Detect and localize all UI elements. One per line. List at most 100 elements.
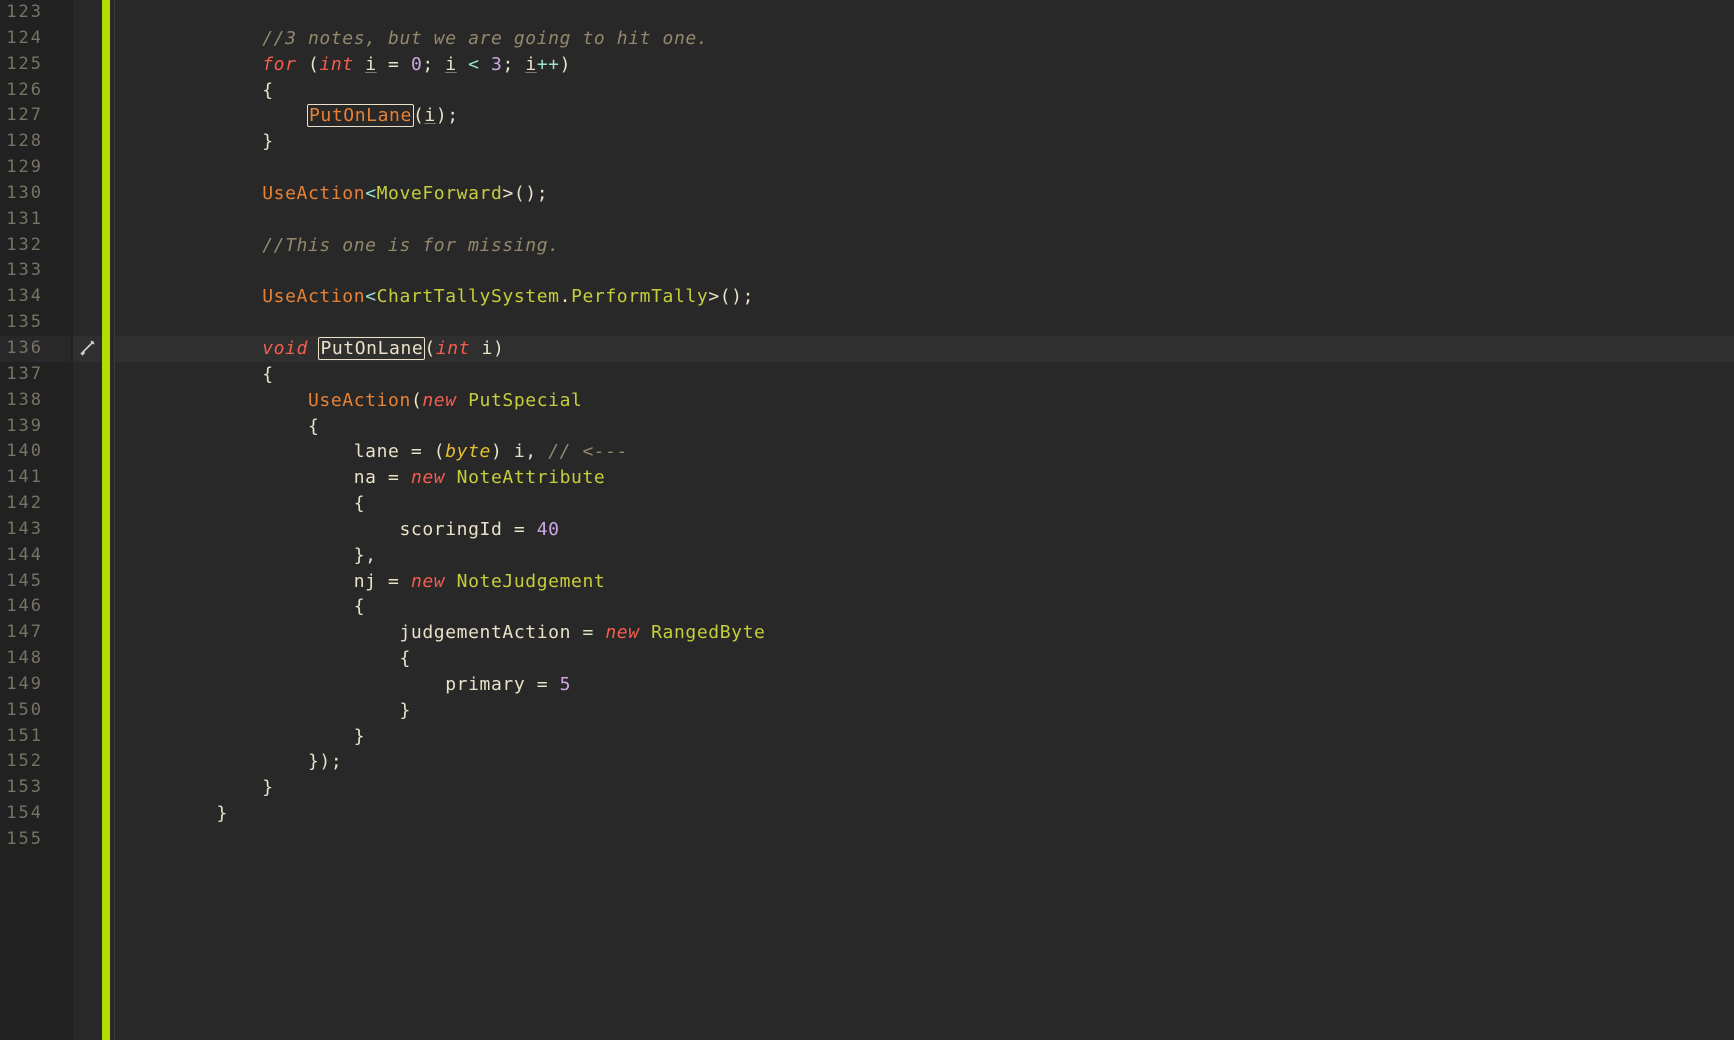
code-line[interactable]: { bbox=[115, 491, 1734, 517]
code-line[interactable]: } bbox=[115, 698, 1734, 724]
code-line[interactable]: scoringId = 40 bbox=[115, 517, 1734, 543]
glyph-margin-row[interactable] bbox=[73, 0, 102, 26]
code-line[interactable] bbox=[115, 155, 1734, 181]
line-number[interactable]: 123 bbox=[0, 0, 71, 26]
glyph-margin-row[interactable] bbox=[73, 646, 102, 672]
code-line[interactable]: } bbox=[115, 724, 1734, 750]
glyph-margin-row[interactable] bbox=[73, 543, 102, 569]
glyph-margin-row[interactable] bbox=[73, 491, 102, 517]
code-line[interactable]: na = new NoteAttribute bbox=[115, 465, 1734, 491]
code-line[interactable] bbox=[115, 258, 1734, 284]
line-number[interactable]: 137 bbox=[0, 362, 71, 388]
code-line[interactable]: { bbox=[115, 646, 1734, 672]
code-line[interactable]: } bbox=[115, 775, 1734, 801]
line-number[interactable]: 148 bbox=[0, 646, 71, 672]
code-line[interactable]: for (int i = 0; i < 3; i++) bbox=[115, 52, 1734, 78]
glyph-margin-row[interactable] bbox=[73, 388, 102, 414]
glyph-margin-row[interactable] bbox=[73, 594, 102, 620]
line-number[interactable]: 134 bbox=[0, 284, 71, 310]
glyph-margin-row[interactable] bbox=[73, 284, 102, 310]
line-number[interactable]: 131 bbox=[0, 207, 71, 233]
line-number[interactable]: 150 bbox=[0, 698, 71, 724]
code-line[interactable]: nj = new NoteJudgement bbox=[115, 569, 1734, 595]
code-line[interactable]: //This one is for missing. bbox=[115, 233, 1734, 259]
glyph-margin-row[interactable] bbox=[73, 207, 102, 233]
glyph-margin-row[interactable] bbox=[73, 103, 102, 129]
line-number[interactable]: 139 bbox=[0, 414, 71, 440]
glyph-margin-row[interactable] bbox=[73, 517, 102, 543]
code-line[interactable]: primary = 5 bbox=[115, 672, 1734, 698]
code-line[interactable]: } bbox=[115, 129, 1734, 155]
line-number[interactable]: 147 bbox=[0, 620, 71, 646]
line-number[interactable]: 152 bbox=[0, 749, 71, 775]
glyph-margin-row[interactable] bbox=[73, 827, 102, 853]
code-line[interactable]: }); bbox=[115, 749, 1734, 775]
line-number[interactable]: 142 bbox=[0, 491, 71, 517]
glyph-margin-row[interactable] bbox=[73, 698, 102, 724]
glyph-margin[interactable] bbox=[73, 0, 102, 1040]
line-number[interactable]: 144 bbox=[0, 543, 71, 569]
code-line[interactable]: { bbox=[115, 414, 1734, 440]
line-number[interactable]: 129 bbox=[0, 155, 71, 181]
code-line[interactable]: PutOnLane(i); bbox=[115, 103, 1734, 129]
glyph-margin-row[interactable] bbox=[73, 258, 102, 284]
glyph-margin-row[interactable] bbox=[73, 465, 102, 491]
code-line[interactable]: lane = (byte) i, // <--- bbox=[115, 439, 1734, 465]
line-number[interactable]: 127 bbox=[0, 103, 71, 129]
glyph-margin-row[interactable] bbox=[73, 310, 102, 336]
code-line[interactable]: } bbox=[115, 801, 1734, 827]
line-number[interactable]: 145 bbox=[0, 569, 71, 595]
line-number[interactable]: 153 bbox=[0, 775, 71, 801]
line-number[interactable]: 149 bbox=[0, 672, 71, 698]
glyph-margin-row[interactable] bbox=[73, 181, 102, 207]
glyph-margin-row[interactable] bbox=[73, 52, 102, 78]
code-line[interactable]: }, bbox=[115, 543, 1734, 569]
glyph-margin-row[interactable] bbox=[73, 775, 102, 801]
line-number-gutter[interactable]: 1231241251261271281291301311321331341351… bbox=[0, 0, 73, 1040]
code-line[interactable]: judgementAction = new RangedByte bbox=[115, 620, 1734, 646]
line-number[interactable]: 125 bbox=[0, 52, 71, 78]
glyph-margin-row[interactable] bbox=[73, 439, 102, 465]
glyph-margin-row[interactable] bbox=[73, 362, 102, 388]
code-line[interactable]: UseAction<MoveForward>(); bbox=[115, 181, 1734, 207]
line-number[interactable]: 135 bbox=[0, 310, 71, 336]
code-line[interactable] bbox=[115, 0, 1734, 26]
glyph-margin-row[interactable] bbox=[73, 129, 102, 155]
line-number[interactable]: 151 bbox=[0, 724, 71, 750]
code-content[interactable]: //3 notes, but we are going to hit one. … bbox=[115, 0, 1734, 1040]
line-number[interactable]: 143 bbox=[0, 517, 71, 543]
line-number[interactable]: 140 bbox=[0, 439, 71, 465]
line-number[interactable]: 136 bbox=[0, 336, 71, 362]
line-number[interactable]: 146 bbox=[0, 594, 71, 620]
code-line[interactable]: UseAction(new PutSpecial bbox=[115, 388, 1734, 414]
glyph-margin-row[interactable] bbox=[73, 801, 102, 827]
line-number[interactable]: 141 bbox=[0, 465, 71, 491]
glyph-margin-row[interactable] bbox=[73, 672, 102, 698]
line-number[interactable]: 133 bbox=[0, 258, 71, 284]
glyph-margin-row[interactable] bbox=[73, 233, 102, 259]
line-number[interactable]: 128 bbox=[0, 129, 71, 155]
line-number[interactable]: 126 bbox=[0, 78, 71, 104]
line-number[interactable]: 130 bbox=[0, 181, 71, 207]
glyph-margin-row[interactable] bbox=[73, 569, 102, 595]
glyph-margin-row[interactable] bbox=[73, 336, 102, 362]
quick-actions-icon[interactable] bbox=[79, 340, 95, 361]
code-line[interactable]: { bbox=[115, 362, 1734, 388]
code-line-current[interactable]: void PutOnLane(int i) bbox=[115, 336, 1734, 362]
code-line[interactable] bbox=[115, 827, 1734, 853]
glyph-margin-row[interactable] bbox=[73, 414, 102, 440]
glyph-margin-row[interactable] bbox=[73, 620, 102, 646]
line-number[interactable]: 155 bbox=[0, 827, 71, 853]
code-line[interactable] bbox=[115, 207, 1734, 233]
code-line[interactable]: { bbox=[115, 78, 1734, 104]
code-line[interactable]: UseAction<ChartTallySystem.PerformTally>… bbox=[115, 284, 1734, 310]
code-line[interactable]: //3 notes, but we are going to hit one. bbox=[115, 26, 1734, 52]
line-number[interactable]: 138 bbox=[0, 388, 71, 414]
glyph-margin-row[interactable] bbox=[73, 155, 102, 181]
glyph-margin-row[interactable] bbox=[73, 724, 102, 750]
line-number[interactable]: 124 bbox=[0, 26, 71, 52]
glyph-margin-row[interactable] bbox=[73, 749, 102, 775]
glyph-margin-row[interactable] bbox=[73, 26, 102, 52]
line-number[interactable]: 132 bbox=[0, 233, 71, 259]
code-line[interactable]: { bbox=[115, 594, 1734, 620]
